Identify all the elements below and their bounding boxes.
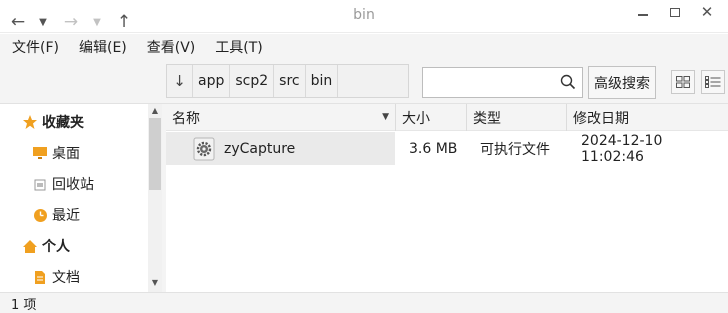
sidebar-item-documents[interactable]: 文档 <box>32 266 80 288</box>
home-icon <box>22 238 38 254</box>
list-view-button[interactable] <box>701 70 725 94</box>
sidebar-item-label: 文档 <box>52 270 80 286</box>
column-header-size[interactable]: 大小 <box>396 104 467 131</box>
search-icon[interactable] <box>560 74 576 90</box>
sidebar-item-desktop[interactable]: 桌面 <box>32 142 80 164</box>
maximize-icon <box>670 7 680 17</box>
desktop-icon <box>32 145 48 161</box>
sidebar-item-label: 桌面 <box>52 146 80 162</box>
advanced-search-button[interactable]: 高级搜索 <box>588 66 656 99</box>
minimize-icon <box>638 14 648 16</box>
forward-button[interactable]: → <box>60 11 82 33</box>
scroll-up-icon[interactable]: ▲ <box>148 106 162 116</box>
table-row[interactable]: zyCapture 3.6 MB 可执行文件 2024-12-10 11:02:… <box>166 132 728 165</box>
star-icon <box>22 114 38 130</box>
sidebar-section-favorites[interactable]: 收藏夹 <box>22 111 84 133</box>
column-header-label: 名称 <box>172 110 200 127</box>
grid-view-icon <box>676 76 690 88</box>
sort-desc-icon: ▼ <box>382 112 389 122</box>
item-count: 1 项 <box>11 297 37 313</box>
icon-view-button[interactable] <box>671 70 695 94</box>
document-icon <box>32 269 48 285</box>
file-list: 名称 ▼ 大小 类型 修改日期 zyCapture 3.6 MB 可执行文件 2… <box>166 104 728 292</box>
minimize-button[interactable] <box>630 2 656 22</box>
forward-arrow-icon: → <box>63 12 79 32</box>
back-arrow-icon: ← <box>10 12 26 32</box>
column-header-label: 类型 <box>473 110 501 127</box>
executable-gear-icon <box>193 137 215 161</box>
sidebar-item-label: 最近 <box>52 208 80 224</box>
menu-tools[interactable]: 工具(T) <box>215 37 262 57</box>
breadcrumb-item[interactable]: app <box>193 65 231 97</box>
sidebar-item-label: 回收站 <box>52 177 94 193</box>
close-button[interactable]: ✕ <box>694 2 720 22</box>
close-icon: ✕ <box>700 3 714 21</box>
breadcrumb-item[interactable]: src <box>274 65 306 97</box>
menu-bar: 文件(F) 编辑(E) 查看(V) 工具(T) <box>0 34 728 60</box>
file-type: 可执行文件 <box>480 141 550 158</box>
back-button[interactable]: ← <box>8 11 28 33</box>
back-history-button[interactable]: ▼ <box>36 11 50 33</box>
scroll-down-icon[interactable]: ▼ <box>148 278 162 288</box>
window-title: bin <box>353 7 375 23</box>
file-size: 3.6 MB <box>409 140 458 157</box>
title-bar: bin ✕ <box>0 0 728 33</box>
search-box <box>422 67 583 98</box>
list-view-icon <box>705 76 721 88</box>
file-name-cell[interactable]: zyCapture <box>166 132 395 165</box>
search-input[interactable] <box>423 68 553 96</box>
breadcrumb-item[interactable]: bin <box>306 65 339 97</box>
menu-edit[interactable]: 编辑(E) <box>79 37 127 57</box>
sidebar-item-trash[interactable]: 回收站 <box>32 173 94 195</box>
up-arrow-icon: ↑ <box>116 12 132 32</box>
maximize-button[interactable] <box>662 2 688 22</box>
trash-icon <box>32 176 48 192</box>
file-name: zyCapture <box>224 140 296 157</box>
column-header-name[interactable]: 名称 ▼ <box>166 104 396 131</box>
sidebar-section-label: 收藏夹 <box>42 115 84 131</box>
breadcrumb-expand-button[interactable]: ↓ <box>167 65 193 97</box>
clock-icon <box>32 207 48 223</box>
sidebar-scrollbar[interactable]: ▲ ▼ <box>148 104 162 292</box>
status-bar: 1 项 <box>0 292 728 313</box>
up-button[interactable]: ↑ <box>114 11 134 33</box>
scroll-thumb[interactable] <box>149 118 161 190</box>
file-modified: 2024-12-10 11:02:46 <box>581 132 663 165</box>
column-header-modified[interactable]: 修改日期 <box>567 104 728 131</box>
chevron-down-icon: ▼ <box>39 16 47 28</box>
file-list-header: 名称 ▼ 大小 类型 修改日期 <box>166 104 728 131</box>
column-header-label: 修改日期 <box>573 110 629 127</box>
sidebar-item-recent[interactable]: 最近 <box>32 204 80 226</box>
chevron-down-icon: ▼ <box>93 16 101 28</box>
down-arrow-icon: ↓ <box>173 72 186 90</box>
column-header-label: 大小 <box>402 110 430 127</box>
menu-file[interactable]: 文件(F) <box>12 37 59 57</box>
forward-history-button[interactable]: ▼ <box>90 11 104 33</box>
sidebar-section-label: 个人 <box>42 239 70 255</box>
menu-view[interactable]: 查看(V) <box>147 37 196 57</box>
breadcrumb: ↓ app scp2 src bin <box>166 64 409 98</box>
column-header-type[interactable]: 类型 <box>467 104 567 131</box>
sidebar: 收藏夹 桌面 回收站 最近 个人 文档 <box>0 104 164 292</box>
breadcrumb-item[interactable]: scp2 <box>230 65 275 97</box>
sidebar-section-personal[interactable]: 个人 <box>22 235 70 257</box>
